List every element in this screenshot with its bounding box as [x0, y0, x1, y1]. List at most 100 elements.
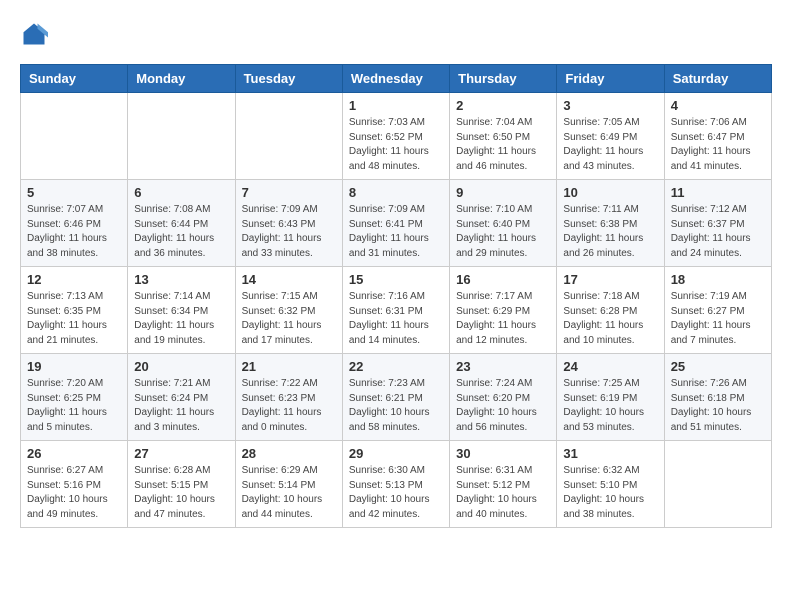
- calendar-cell: 11 Sunrise: 7:12 AM Sunset: 6:37 PM Dayli…: [664, 180, 771, 267]
- day-number: 28: [242, 446, 336, 461]
- day-number: 30: [456, 446, 550, 461]
- calendar-cell: 9 Sunrise: 7:10 AM Sunset: 6:40 PM Daylig…: [450, 180, 557, 267]
- calendar-cell: 27 Sunrise: 6:28 AM Sunset: 5:15 PM Dayli…: [128, 441, 235, 528]
- calendar-cell: 29 Sunrise: 6:30 AM Sunset: 5:13 PM Dayli…: [342, 441, 449, 528]
- day-number: 11: [671, 185, 765, 200]
- day-number: 15: [349, 272, 443, 287]
- day-number: 4: [671, 98, 765, 113]
- day-number: 31: [563, 446, 657, 461]
- day-info: Sunrise: 7:12 AM Sunset: 6:37 PM Dayligh…: [671, 203, 765, 261]
- day-number: 22: [349, 359, 443, 374]
- day-info: Sunrise: 7:16 AM Sunset: 6:31 PM Dayligh…: [349, 290, 443, 348]
- calendar-header-row: SundayMondayTuesdayWednesdayThursdayFrid…: [21, 65, 772, 93]
- calendar-cell: 10 Sunrise: 7:11 AM Sunset: 6:38 PM Dayli…: [557, 180, 664, 267]
- day-info: Sunrise: 6:30 AM Sunset: 5:13 PM Dayligh…: [349, 464, 443, 522]
- day-number: 14: [242, 272, 336, 287]
- calendar-cell: 18Sunrise: 7:19 AM Sunset: 6:27 PM Dayli…: [664, 267, 771, 354]
- day-info: Sunrise: 7:17 AM Sunset: 6:29 PM Dayligh…: [456, 290, 550, 348]
- calendar-week-1: 1Sunrise: 7:03 AM Sunset: 6:52 PM Daylig…: [21, 93, 772, 180]
- day-number: 17: [563, 272, 657, 287]
- day-number: 10: [563, 185, 657, 200]
- day-info: Sunrise: 6:31 AM Sunset: 5:12 PM Dayligh…: [456, 464, 550, 522]
- calendar-cell: 19 Sunrise: 7:20 AM Sunset: 6:25 PM Dayli…: [21, 354, 128, 441]
- day-header-monday: Monday: [128, 65, 235, 93]
- calendar-cell: 4 Sunrise: 7:06 AM Sunset: 6:47 PM Daylig…: [664, 93, 771, 180]
- day-number: 8: [349, 185, 443, 200]
- day-info: Sunrise: 7:08 AM Sunset: 6:44 PM Dayligh…: [134, 203, 228, 261]
- calendar-cell: 30 Sunrise: 6:31 AM Sunset: 5:12 PM Dayli…: [450, 441, 557, 528]
- day-info: Sunrise: 7:13 AM Sunset: 6:35 PM Dayligh…: [27, 290, 121, 348]
- calendar-cell: 13 Sunrise: 7:14 AM Sunset: 6:34 PM Dayli…: [128, 267, 235, 354]
- calendar-cell: 3 Sunrise: 7:05 AM Sunset: 6:49 PM Daylig…: [557, 93, 664, 180]
- calendar-cell: [21, 93, 128, 180]
- day-header-sunday: Sunday: [21, 65, 128, 93]
- calendar-cell: 8 Sunrise: 7:09 AM Sunset: 6:41 PM Daylig…: [342, 180, 449, 267]
- page-header: [20, 20, 772, 48]
- day-info: Sunrise: 7:06 AM Sunset: 6:47 PM Dayligh…: [671, 116, 765, 174]
- day-number: 3: [563, 98, 657, 113]
- day-number: 2: [456, 98, 550, 113]
- day-header-thursday: Thursday: [450, 65, 557, 93]
- day-info: Sunrise: 7:20 AM Sunset: 6:25 PM Dayligh…: [27, 377, 121, 435]
- logo: [20, 20, 52, 48]
- day-header-friday: Friday: [557, 65, 664, 93]
- day-number: 20: [134, 359, 228, 374]
- day-info: Sunrise: 7:11 AM Sunset: 6:38 PM Dayligh…: [563, 203, 657, 261]
- calendar-cell: 20 Sunrise: 7:21 AM Sunset: 6:24 PM Dayli…: [128, 354, 235, 441]
- day-info: Sunrise: 7:22 AM Sunset: 6:23 PM Dayligh…: [242, 377, 336, 435]
- calendar-cell: 25 Sunrise: 7:26 AM Sunset: 6:18 PM Dayli…: [664, 354, 771, 441]
- day-info: Sunrise: 7:14 AM Sunset: 6:34 PM Dayligh…: [134, 290, 228, 348]
- day-number: 19: [27, 359, 121, 374]
- day-number: 21: [242, 359, 336, 374]
- day-info: Sunrise: 7:07 AM Sunset: 6:46 PM Dayligh…: [27, 203, 121, 261]
- day-number: 9: [456, 185, 550, 200]
- day-header-saturday: Saturday: [664, 65, 771, 93]
- day-number: 7: [242, 185, 336, 200]
- day-info: Sunrise: 7:26 AM Sunset: 6:18 PM Dayligh…: [671, 377, 765, 435]
- day-info: Sunrise: 7:09 AM Sunset: 6:41 PM Dayligh…: [349, 203, 443, 261]
- calendar-cell: 1Sunrise: 7:03 AM Sunset: 6:52 PM Daylig…: [342, 93, 449, 180]
- day-number: 25: [671, 359, 765, 374]
- calendar-cell: 2 Sunrise: 7:04 AM Sunset: 6:50 PM Daylig…: [450, 93, 557, 180]
- calendar-week-4: 19 Sunrise: 7:20 AM Sunset: 6:25 PM Dayli…: [21, 354, 772, 441]
- day-info: Sunrise: 6:27 AM Sunset: 5:16 PM Dayligh…: [27, 464, 121, 522]
- day-number: 13: [134, 272, 228, 287]
- day-info: Sunrise: 7:09 AM Sunset: 6:43 PM Dayligh…: [242, 203, 336, 261]
- calendar-week-2: 5Sunrise: 7:07 AM Sunset: 6:46 PM Daylig…: [21, 180, 772, 267]
- day-info: Sunrise: 7:24 AM Sunset: 6:20 PM Dayligh…: [456, 377, 550, 435]
- day-number: 27: [134, 446, 228, 461]
- day-number: 16: [456, 272, 550, 287]
- calendar-cell: 16 Sunrise: 7:17 AM Sunset: 6:29 PM Dayli…: [450, 267, 557, 354]
- calendar-cell: [664, 441, 771, 528]
- day-number: 1: [349, 98, 443, 113]
- calendar-cell: 7 Sunrise: 7:09 AM Sunset: 6:43 PM Daylig…: [235, 180, 342, 267]
- calendar-cell: 23 Sunrise: 7:24 AM Sunset: 6:20 PM Dayli…: [450, 354, 557, 441]
- day-info: Sunrise: 6:29 AM Sunset: 5:14 PM Dayligh…: [242, 464, 336, 522]
- calendar-cell: 14 Sunrise: 7:15 AM Sunset: 6:32 PM Dayli…: [235, 267, 342, 354]
- calendar-cell: 17Sunrise: 7:18 AM Sunset: 6:28 PM Dayli…: [557, 267, 664, 354]
- day-number: 26: [27, 446, 121, 461]
- calendar-cell: 6 Sunrise: 7:08 AM Sunset: 6:44 PM Daylig…: [128, 180, 235, 267]
- day-number: 6: [134, 185, 228, 200]
- calendar-cell: 15 Sunrise: 7:16 AM Sunset: 6:31 PM Dayli…: [342, 267, 449, 354]
- calendar-cell: 28 Sunrise: 6:29 AM Sunset: 5:14 PM Dayli…: [235, 441, 342, 528]
- calendar-cell: [128, 93, 235, 180]
- calendar-cell: [235, 93, 342, 180]
- day-info: Sunrise: 7:25 AM Sunset: 6:19 PM Dayligh…: [563, 377, 657, 435]
- day-info: Sunrise: 6:32 AM Sunset: 5:10 PM Dayligh…: [563, 464, 657, 522]
- day-header-wednesday: Wednesday: [342, 65, 449, 93]
- day-info: Sunrise: 6:28 AM Sunset: 5:15 PM Dayligh…: [134, 464, 228, 522]
- day-number: 23: [456, 359, 550, 374]
- day-info: Sunrise: 7:15 AM Sunset: 6:32 PM Dayligh…: [242, 290, 336, 348]
- day-info: Sunrise: 7:05 AM Sunset: 6:49 PM Dayligh…: [563, 116, 657, 174]
- day-info: Sunrise: 7:04 AM Sunset: 6:50 PM Dayligh…: [456, 116, 550, 174]
- calendar-week-3: 12Sunrise: 7:13 AM Sunset: 6:35 PM Dayli…: [21, 267, 772, 354]
- calendar-cell: 22Sunrise: 7:23 AM Sunset: 6:21 PM Dayli…: [342, 354, 449, 441]
- calendar-cell: 12Sunrise: 7:13 AM Sunset: 6:35 PM Dayli…: [21, 267, 128, 354]
- day-number: 29: [349, 446, 443, 461]
- calendar-cell: 21 Sunrise: 7:22 AM Sunset: 6:23 PM Dayli…: [235, 354, 342, 441]
- logo-icon: [20, 20, 48, 48]
- day-info: Sunrise: 7:10 AM Sunset: 6:40 PM Dayligh…: [456, 203, 550, 261]
- calendar-cell: 26 Sunrise: 6:27 AM Sunset: 5:16 PM Dayli…: [21, 441, 128, 528]
- day-info: Sunrise: 7:21 AM Sunset: 6:24 PM Dayligh…: [134, 377, 228, 435]
